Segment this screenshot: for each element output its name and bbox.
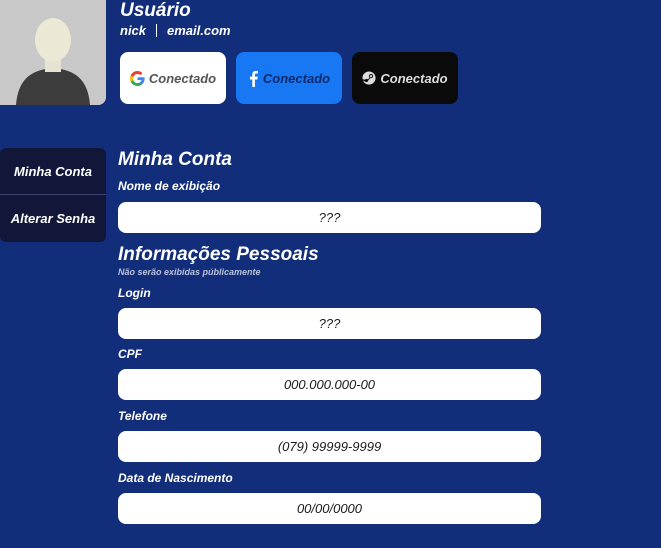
login-label: Login <box>118 286 151 300</box>
avatar[interactable] <box>0 0 106 105</box>
steam-connect-button[interactable]: Conectado <box>352 52 458 104</box>
login-field[interactable]: ??? <box>118 308 541 339</box>
user-nick: nick <box>120 23 147 38</box>
user-silhouette-icon <box>0 0 106 105</box>
cpf-label: CPF <box>118 347 142 361</box>
google-icon <box>129 70 145 86</box>
phone-field[interactable]: (079) 99999-9999 <box>118 431 541 462</box>
account-section-title: Minha Conta <box>118 149 232 170</box>
cpf-field[interactable]: 000.000.000-00 <box>118 369 541 400</box>
steam-connect-label: Conectado <box>380 70 448 86</box>
steam-icon <box>362 71 376 85</box>
google-connect-label: Conectado <box>148 70 217 86</box>
settings-sidebar: Minha Conta Alterar Senha <box>0 148 106 242</box>
divider <box>156 24 158 37</box>
birth-date-label: Data de Nascimento <box>118 471 233 485</box>
user-email: email.com <box>167 23 231 38</box>
sidebar-item-minha-conta[interactable]: Minha Conta <box>0 148 106 194</box>
birth-date-field[interactable]: 00/00/0000 <box>118 493 541 524</box>
facebook-connect-button[interactable]: Conectado <box>236 52 342 104</box>
facebook-icon <box>248 70 259 87</box>
personal-section-title: Informações Pessoais <box>118 244 319 265</box>
sidebar-item-alterar-senha[interactable]: Alterar Senha <box>0 195 106 241</box>
user-info-line: nick email.com <box>120 23 231 38</box>
google-connect-button[interactable]: Conectado <box>120 52 226 104</box>
phone-label: Telefone <box>118 409 167 423</box>
username-title: Usuário <box>120 0 191 21</box>
display-name-field[interactable]: ??? <box>118 202 541 233</box>
personal-section-subtitle: Não serão exibidas públicamente <box>118 267 261 277</box>
display-name-label: Nome de exibição <box>118 179 221 193</box>
facebook-connect-label: Conectado <box>262 70 331 86</box>
